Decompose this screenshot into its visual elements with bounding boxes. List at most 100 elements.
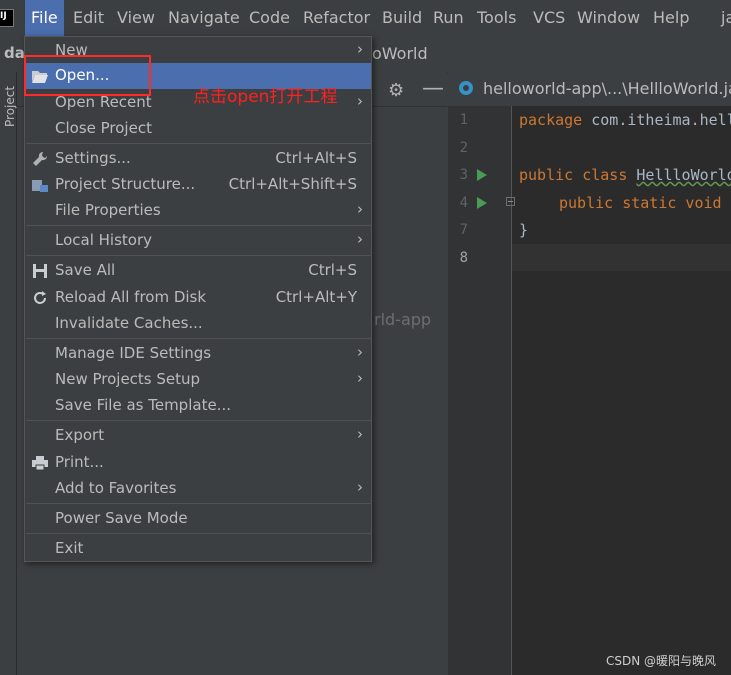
current-line-highlight bbox=[512, 244, 731, 271]
menu-separator bbox=[26, 420, 372, 421]
code-line-4: public static void bbox=[559, 194, 722, 212]
menu-item-label: Project Structure... bbox=[55, 175, 196, 193]
java-class-icon bbox=[459, 81, 473, 95]
menu-item-file-properties[interactable]: File Properties › bbox=[25, 198, 371, 224]
line-number: 3 bbox=[459, 167, 468, 183]
menu-item-label: Print... bbox=[55, 453, 104, 471]
gear-icon[interactable]: ⚙ bbox=[388, 80, 404, 101]
menu-item-new-projects-setup[interactable]: New Projects Setup › bbox=[25, 367, 371, 393]
file-menu-dropdown: New › Open... Open Recent › Close Projec… bbox=[24, 36, 372, 562]
fold-icon[interactable] bbox=[506, 197, 515, 206]
project-tree-item[interactable]: rld-app bbox=[374, 310, 431, 329]
submenu-arrow-icon: › bbox=[357, 369, 363, 387]
menu-item-exit[interactable]: Exit bbox=[25, 536, 371, 562]
menu-vcs[interactable]: VCS bbox=[527, 0, 571, 36]
menu-item-label: Manage IDE Settings bbox=[55, 344, 212, 362]
menu-item-label: Settings... bbox=[55, 149, 131, 167]
menu-item-shortcut: Ctrl+Alt+S bbox=[275, 149, 357, 167]
menu-item-label: Local History bbox=[55, 231, 153, 249]
nav-breadcrumb[interactable]: oWorld bbox=[372, 44, 428, 63]
menu-item-reload-all[interactable]: Reload All from Disk Ctrl+Alt+Y bbox=[25, 285, 371, 311]
menu-view[interactable]: View bbox=[111, 0, 161, 36]
submenu-arrow-icon: › bbox=[357, 478, 363, 496]
menu-item-label: Power Save Mode bbox=[55, 509, 188, 527]
menu-item-settings[interactable]: Settings... Ctrl+Alt+S bbox=[25, 146, 371, 172]
line-number: 4 bbox=[459, 195, 468, 211]
menu-window[interactable]: Window bbox=[571, 0, 646, 36]
annotation-highlight-box bbox=[24, 55, 151, 96]
menu-item-label: New Projects Setup bbox=[55, 370, 201, 388]
code-keyword: public static void bbox=[559, 194, 722, 212]
intellij-logo-icon: IJ bbox=[0, 9, 14, 27]
submenu-arrow-icon: › bbox=[357, 343, 363, 361]
menu-item-label: Add to Favorites bbox=[55, 479, 177, 497]
menu-edit[interactable]: Edit bbox=[67, 0, 110, 36]
watermark: CSDN @暖阳与晚风 bbox=[606, 654, 717, 668]
menu-item-add-to-favorites[interactable]: Add to Favorites › bbox=[25, 476, 371, 502]
submenu-arrow-icon: › bbox=[357, 200, 363, 218]
hide-panel-icon[interactable]: — bbox=[422, 76, 444, 101]
menu-code[interactable]: Code bbox=[243, 0, 296, 36]
menu-item-save-file-as-template[interactable]: Save File as Template... bbox=[25, 393, 371, 419]
wrench-icon bbox=[31, 150, 49, 168]
line-number: 7 bbox=[459, 222, 468, 238]
menu-refactor[interactable]: Refactor bbox=[297, 0, 376, 36]
menu-tools[interactable]: Tools bbox=[471, 0, 522, 36]
menu-build[interactable]: Build bbox=[376, 0, 428, 36]
project-tool-window-tab[interactable]: Project bbox=[3, 71, 17, 127]
print-icon bbox=[31, 454, 49, 472]
menu-item-manage-ide-settings[interactable]: Manage IDE Settings › bbox=[25, 341, 371, 367]
project-structure-icon bbox=[31, 176, 49, 194]
submenu-arrow-icon: › bbox=[357, 92, 363, 110]
run-class-icon[interactable] bbox=[477, 169, 487, 181]
menu-item-label: Close Project bbox=[55, 119, 152, 137]
menu-item-save-all[interactable]: Save All Ctrl+S bbox=[25, 258, 371, 284]
menu-item-invalidate-caches[interactable]: Invalidate Caches... bbox=[25, 311, 371, 337]
menu-item-shortcut: Ctrl+Alt+Y bbox=[275, 288, 357, 306]
menu-navigate[interactable]: Navigate bbox=[162, 0, 246, 36]
code-line-7: } bbox=[519, 221, 529, 239]
menu-run[interactable]: Run bbox=[427, 0, 470, 36]
menu-item-label: Export bbox=[55, 426, 105, 444]
menu-separator bbox=[26, 533, 372, 534]
menu-item-shortcut: Ctrl+S bbox=[308, 261, 357, 279]
menu-item-power-save-mode[interactable]: Power Save Mode bbox=[25, 506, 371, 532]
menu-separator bbox=[26, 143, 372, 144]
menu-bar: IJ File Edit View Navigate Code Refactor… bbox=[0, 0, 731, 36]
line-number: 2 bbox=[459, 140, 468, 156]
code-line-3: public class HellloWorld bbox=[519, 166, 731, 184]
menu-item-project-structure[interactable]: Project Structure... Ctrl+Alt+Shift+S bbox=[25, 172, 371, 198]
menu-item-label: File Properties bbox=[55, 201, 161, 219]
code-keyword: package bbox=[519, 111, 583, 129]
menubar-overflow-text: ja bbox=[721, 8, 731, 27]
editor-tab-hellloworld[interactable]: helloworld-app\...\HellloWorld.java bbox=[483, 79, 731, 98]
menu-item-label: Invalidate Caches... bbox=[55, 314, 203, 332]
menu-item-shortcut: Ctrl+Alt+Shift+S bbox=[228, 175, 357, 193]
menu-file[interactable]: File bbox=[25, 0, 64, 36]
menu-separator bbox=[26, 225, 372, 226]
menu-item-print[interactable]: Print... bbox=[25, 450, 371, 476]
code-class-name: HellloWorld bbox=[636, 166, 731, 184]
menu-item-local-history[interactable]: Local History › bbox=[25, 228, 371, 254]
submenu-arrow-icon: › bbox=[357, 425, 363, 443]
menu-item-label: Reload All from Disk bbox=[55, 288, 207, 306]
code-keyword: public class bbox=[519, 166, 628, 184]
annotation-text: 点击open打开工程 bbox=[193, 87, 338, 107]
code-text: com.itheima.hello bbox=[582, 111, 731, 129]
menu-separator bbox=[26, 255, 372, 256]
menu-item-export[interactable]: Export › bbox=[25, 423, 371, 449]
left-tool-strip bbox=[0, 72, 17, 675]
menu-item-label: Save File as Template... bbox=[55, 396, 231, 414]
menu-item-label: Exit bbox=[55, 539, 84, 557]
line-number: 8 bbox=[459, 250, 468, 266]
editor-gutter bbox=[448, 106, 512, 675]
menu-item-label: Save All bbox=[55, 261, 116, 279]
menu-help[interactable]: Help bbox=[647, 0, 695, 36]
run-main-icon[interactable] bbox=[477, 197, 487, 209]
code-line-1: package com.itheima.hello bbox=[519, 111, 731, 129]
menu-separator bbox=[26, 338, 372, 339]
code-editor[interactable] bbox=[512, 106, 731, 675]
menu-item-close-project[interactable]: Close Project bbox=[25, 116, 371, 142]
line-number: 1 bbox=[459, 112, 468, 128]
reload-icon bbox=[31, 289, 49, 307]
